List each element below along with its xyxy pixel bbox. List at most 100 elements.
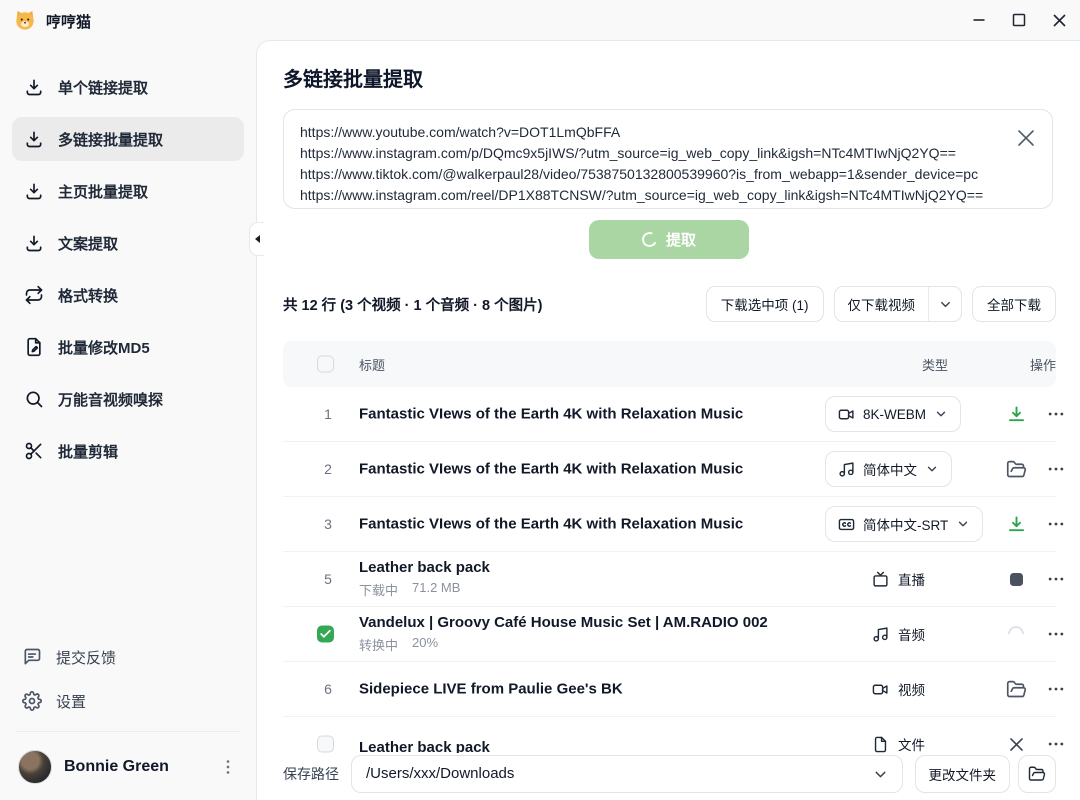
minimize-button[interactable]	[966, 7, 992, 33]
download-icon	[24, 181, 44, 201]
feedback-label: 提交反馈	[56, 647, 116, 668]
sidebar-item-multi-link[interactable]: 多链接批量提取	[12, 117, 244, 161]
sidebar-item-copywriting[interactable]: 文案提取	[12, 221, 244, 265]
table-row[interactable]: 1 Fantastic VIews of the Earth 4K with R…	[283, 387, 1056, 442]
sidebar-item-label: 格式转换	[58, 285, 118, 306]
format-select-chip[interactable]: 简体中文	[825, 451, 952, 487]
more-options-icon[interactable]	[1045, 623, 1067, 645]
save-path-bar: 保存路径 /Users/xxx/Downloads 更改文件夹	[257, 753, 1080, 800]
table-header: 标题 类型 操作	[283, 341, 1056, 387]
download-selected-button[interactable]: 下载选中项 (1)	[706, 286, 824, 322]
gear-icon	[22, 691, 42, 711]
settings-label: 设置	[56, 691, 86, 712]
sidebar-item-md5[interactable]: 批量修改MD5	[12, 325, 244, 369]
sidebar-item-media-sniffer[interactable]: 万能音视频嗅探	[12, 377, 244, 421]
stop-download-icon[interactable]	[1005, 568, 1027, 590]
settings-item[interactable]: 设置	[12, 681, 244, 721]
url-line: https://www.instagram.com/reel/DP1X88TCN…	[300, 185, 1000, 206]
open-folder-icon[interactable]	[1005, 678, 1027, 700]
row-title: Fantastic VIews of the Earth 4K with Rel…	[359, 406, 743, 423]
change-folder-button[interactable]: 更改文件夹	[915, 755, 1011, 793]
media-type: 直播	[872, 569, 925, 589]
save-path-input[interactable]: /Users/xxx/Downloads	[351, 755, 903, 793]
table-row[interactable]: Vandelux | Groovy Café House Music Set |…	[283, 607, 1056, 662]
download-icon[interactable]	[1005, 403, 1027, 425]
media-type: 文件	[872, 734, 925, 754]
table-row[interactable]: 3 Fantastic VIews of the Earth 4K with R…	[283, 497, 1056, 552]
clear-urls-button[interactable]	[1014, 126, 1038, 150]
media-type-label: 视频	[898, 679, 925, 699]
sidebar-item-label: 批量修改MD5	[58, 337, 150, 358]
more-options-icon[interactable]	[1045, 403, 1067, 425]
more-options-icon[interactable]	[1045, 733, 1067, 755]
user-profile[interactable]: Bonnie Green	[12, 740, 244, 794]
more-options-icon[interactable]	[1045, 678, 1067, 700]
sidebar-item-label: 文案提取	[58, 233, 118, 254]
select-all-checkbox[interactable]	[317, 356, 334, 373]
download-icon	[24, 77, 44, 97]
row-number: 5	[317, 552, 339, 606]
format-select-chip[interactable]: 简体中文-SRT	[825, 506, 983, 542]
row-title: Fantastic VIews of the Earth 4K with Rel…	[359, 461, 743, 478]
save-path-value: /Users/xxx/Downloads	[366, 765, 514, 782]
format-select-chip[interactable]: 8K-WEBM	[825, 396, 961, 432]
table-row[interactable]: 5 Leather back pack 下载中 71.2 MB 直播	[283, 552, 1056, 607]
chevron-down-icon[interactable]	[928, 287, 961, 321]
scissors-icon	[24, 441, 44, 461]
video-camera-icon	[872, 681, 889, 698]
open-save-folder-button[interactable]	[1018, 755, 1056, 793]
video-camera-icon	[838, 406, 855, 423]
sidebar-item-homepage-batch[interactable]: 主页批量提取	[12, 169, 244, 213]
loading-spinner-icon	[640, 230, 659, 249]
row-title: Leather back pack	[359, 559, 490, 576]
column-header-action: 操作	[1005, 341, 1080, 387]
download-video-only-split-button: 仅下载视频	[834, 286, 963, 322]
chevron-down-icon[interactable]	[872, 766, 889, 783]
app-window: 哼哼猫 单个链接提取 多链接批量提取 主页批量提取	[0, 0, 1080, 800]
sidebar-item-label: 单个链接提取	[58, 77, 148, 98]
media-type-label: 直播	[898, 569, 925, 589]
row-title: Fantastic VIews of the Earth 4K with Rel…	[359, 516, 743, 533]
page-title: 多链接批量提取	[283, 63, 423, 92]
sidebar-divider	[16, 731, 240, 732]
close-button[interactable]	[1046, 7, 1072, 33]
row-checkbox[interactable]	[317, 626, 334, 643]
media-type: 视频	[872, 679, 925, 699]
url-textarea[interactable]: https://www.youtube.com/watch?v=DOT1LmQb…	[283, 109, 1053, 209]
table-row[interactable]: 2 Fantastic VIews of the Earth 4K with R…	[283, 442, 1056, 497]
status-label: 转换中	[359, 635, 398, 654]
sidebar-collapse-button[interactable]	[249, 222, 264, 256]
row-number: 3	[317, 497, 339, 551]
sidebar-item-batch-clip[interactable]: 批量剪辑	[12, 429, 244, 473]
user-menu-kebab-icon[interactable]	[218, 757, 238, 777]
download-video-only-button[interactable]: 仅下载视频	[835, 287, 929, 321]
media-type: 音频	[872, 624, 925, 644]
status-value: 71.2 MB	[412, 580, 460, 599]
open-folder-icon[interactable]	[1005, 458, 1027, 480]
edit-document-icon	[24, 337, 44, 357]
cancel-icon[interactable]	[1005, 733, 1027, 755]
sidebar-item-label: 万能音视频嗅探	[58, 389, 163, 410]
row-checkbox[interactable]	[317, 736, 334, 753]
row-number: 6	[317, 662, 339, 716]
feedback-item[interactable]: 提交反馈	[12, 637, 244, 677]
table-row[interactable]: 6 Sidepiece LIVE from Paulie Gee's BK 视频	[283, 662, 1056, 717]
status-label: 下载中	[359, 580, 398, 599]
titlebar: 哼哼猫	[0, 0, 1080, 40]
sidebar-item-label: 主页批量提取	[58, 181, 148, 202]
tv-icon	[872, 571, 889, 588]
more-options-icon[interactable]	[1045, 568, 1067, 590]
row-number: 2	[317, 442, 339, 496]
download-icon[interactable]	[1005, 513, 1027, 535]
extract-button-label: 提取	[666, 229, 696, 250]
sidebar-item-format-convert[interactable]: 格式转换	[12, 273, 244, 317]
more-options-icon[interactable]	[1045, 513, 1067, 535]
url-line: https://www.instagram.com/p/DQmc9x5jIWS/…	[300, 143, 1000, 164]
row-title: Sidepiece LIVE from Paulie Gee's BK	[359, 681, 623, 698]
sidebar-item-single-link[interactable]: 单个链接提取	[12, 65, 244, 109]
maximize-button[interactable]	[1006, 7, 1032, 33]
chevron-down-icon	[925, 462, 939, 476]
more-options-icon[interactable]	[1045, 458, 1067, 480]
download-all-button[interactable]: 全部下载	[972, 286, 1056, 322]
extract-button[interactable]: 提取	[589, 220, 749, 259]
